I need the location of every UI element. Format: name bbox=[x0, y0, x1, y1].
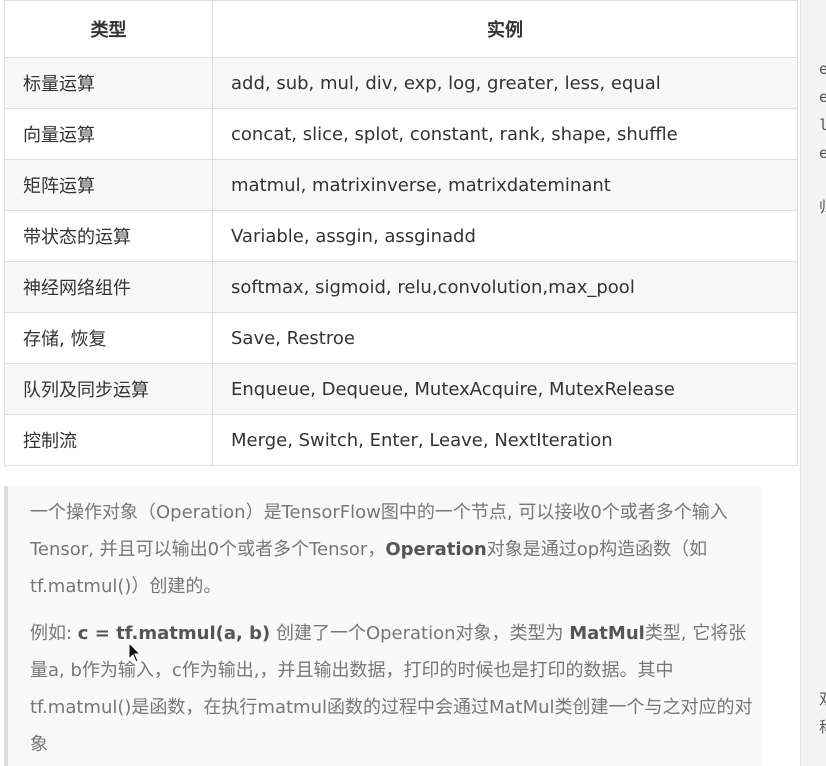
table-row: 向量运算 concat, slice, splot, constant, ran… bbox=[4, 108, 798, 160]
cell-examples: softmax, sigmoid, relu,convolution,max_p… bbox=[212, 261, 798, 313]
example-matmul-term: MatMul bbox=[569, 623, 645, 644]
sidebar-fragment: l bbox=[819, 116, 826, 134]
table-row: 矩阵运算 matmul, matrixinverse, matrixdatemi… bbox=[4, 159, 798, 211]
sidebar-fragment: 双 bbox=[819, 688, 826, 709]
document: 类型 实例 标量运算 add, sub, mul, div, exp, log,… bbox=[0, 0, 800, 766]
example-text: 创建了一个Operation对象，类型为 bbox=[270, 623, 570, 644]
cell-type: 神经网络组件 bbox=[4, 261, 213, 313]
cell-type: 队列及同步运算 bbox=[4, 363, 213, 415]
header-type: 类型 bbox=[4, 0, 213, 58]
blockquote-note: 一个操作对象（Operation）是TensorFlow图中的一个节点, 可以接… bbox=[4, 486, 762, 766]
cell-type: 标量运算 bbox=[4, 57, 213, 109]
cell-examples: matmul, matrixinverse, matrixdateminant bbox=[212, 159, 798, 211]
table-row: 控制流 Merge, Switch, Enter, Leave, NextIte… bbox=[4, 414, 798, 466]
cell-examples: Enqueue, Dequeue, MutexAcquire, MutexRel… bbox=[212, 363, 798, 415]
operation-description: 一个操作对象（Operation）是TensorFlow图中的一个节点, 可以接… bbox=[30, 494, 762, 605]
example-code: c = tf.matmul(a, b) bbox=[77, 623, 271, 644]
mouse-cursor-icon bbox=[128, 642, 140, 663]
example-prefix: 例如: bbox=[30, 623, 78, 644]
table-row: 带状态的运算 Variable, assgin, assginadd bbox=[4, 210, 798, 262]
cell-type: 控制流 bbox=[4, 414, 213, 466]
cell-examples: Merge, Switch, Enter, Leave, NextIterati… bbox=[212, 414, 798, 466]
cell-examples: Variable, assgin, assginadd bbox=[212, 210, 798, 262]
cell-examples: add, sub, mul, div, exp, log, greater, l… bbox=[212, 57, 798, 109]
operation-types-table: 类型 实例 标量运算 add, sub, mul, div, exp, log,… bbox=[4, 0, 798, 466]
table-row: 标量运算 add, sub, mul, div, exp, log, great… bbox=[4, 57, 798, 109]
cell-examples: Save, Restroe bbox=[212, 312, 798, 364]
sidebar-fragment: e bbox=[819, 60, 826, 78]
table-row: 存储, 恢复 Save, Restroe bbox=[4, 312, 798, 364]
header-examples: 实例 bbox=[212, 0, 798, 58]
sidebar-fragment: 称 bbox=[819, 716, 826, 737]
cell-type: 向量运算 bbox=[4, 108, 213, 160]
cell-examples: concat, slice, splot, constant, rank, sh… bbox=[212, 108, 798, 160]
sidebar-fragment: e bbox=[819, 88, 826, 106]
adjacent-window-edge: e e l er 归 双 称 bbox=[800, 0, 826, 766]
sidebar-fragment: er bbox=[819, 144, 826, 162]
table-row: 队列及同步运算 Enqueue, Dequeue, MutexAcquire, … bbox=[4, 363, 798, 415]
matmul-example: 例如: c = tf.matmul(a, b) 创建了一个Operation对象… bbox=[30, 615, 762, 763]
sidebar-fragment: 归 bbox=[819, 196, 826, 217]
desc-operation-term: Operation bbox=[385, 539, 487, 560]
cell-type: 带状态的运算 bbox=[4, 210, 213, 262]
table-row: 神经网络组件 softmax, sigmoid, relu,convolutio… bbox=[4, 261, 798, 313]
table-header-row: 类型 实例 bbox=[4, 0, 798, 58]
cell-type: 矩阵运算 bbox=[4, 159, 213, 211]
cell-type: 存储, 恢复 bbox=[4, 312, 213, 364]
